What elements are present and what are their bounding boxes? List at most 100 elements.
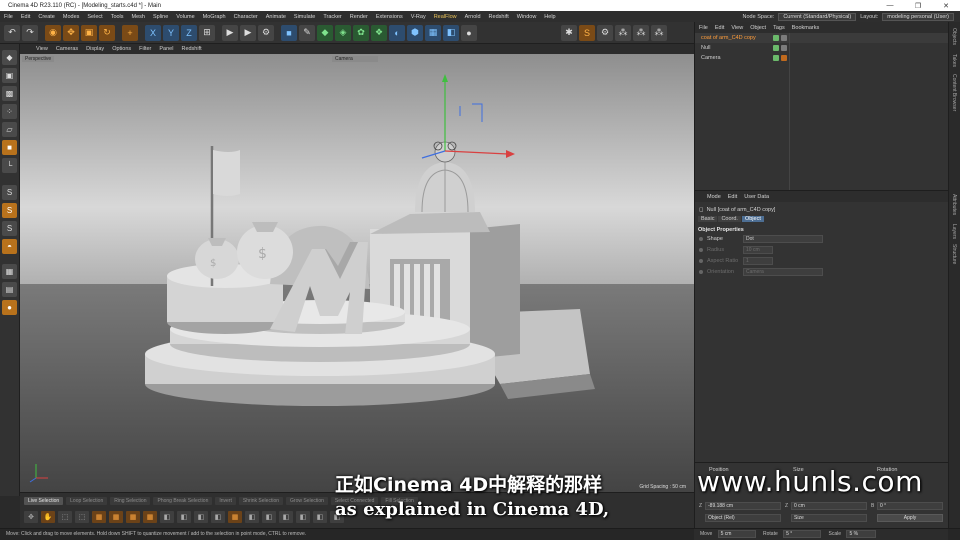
om-menu-edit[interactable]: Edit [715,25,724,31]
live-selection-icon[interactable]: ◉ [45,24,61,41]
om-menu-object[interactable]: Object [750,25,766,31]
render-picture-viewer-icon[interactable]: ▶ [240,24,256,41]
menu-edit[interactable]: Edit [17,14,34,20]
palette-icon-17[interactable]: ◧ [296,511,310,523]
camera-icon[interactable]: ◧ [443,24,459,41]
visibility-icon[interactable] [773,45,779,51]
palette-icon-7[interactable]: ▦ [126,511,140,523]
render-icon[interactable] [781,45,787,51]
object-row[interactable]: Camera [695,53,948,63]
am-menu-edit[interactable]: Edit [728,194,737,200]
palette-icon-11[interactable]: ◧ [194,511,208,523]
node-space-select[interactable]: Current (Standard/Physical) [778,12,857,21]
tab-grow-selection[interactable]: Grow Selection [286,497,328,505]
viewport-menu-filter[interactable]: Filter [139,46,151,52]
points-mode-icon[interactable]: ⁘ [2,104,17,119]
model-mode-icon[interactable]: ▣ [2,68,17,83]
palette-icon-10[interactable]: ◧ [177,511,191,523]
menu-create[interactable]: Create [34,14,59,20]
extrude-icon[interactable]: ◈ [335,24,351,41]
workplane-icon[interactable]: S [2,221,17,236]
position-z-field[interactable]: -89.188 cm [705,502,781,510]
tab-takes[interactable]: Takes [951,54,957,67]
viewport-menu-cameras[interactable]: Cameras [56,46,78,52]
menu-render[interactable]: Render [346,14,372,20]
render-icon[interactable] [781,35,787,41]
subdivision-icon[interactable]: ◆ [317,24,333,41]
palette-icon-1[interactable]: ✥ [24,511,38,523]
tab-ring-selection[interactable]: Ring Selection [110,497,151,505]
camera-tag-icon[interactable] [781,55,787,61]
menu-volume[interactable]: Volume [172,14,198,20]
menu-simulate[interactable]: Simulate [290,14,319,20]
palette-icon-14[interactable]: ◧ [245,511,259,523]
close-button[interactable]: ✕ [932,2,960,10]
tab-phong-break-selection[interactable]: Phong Break Selection [153,497,213,505]
menu-tracker[interactable]: Tracker [319,14,345,20]
tag-icon[interactable]: ⬢ [407,24,423,41]
menu-select[interactable]: Select [83,14,106,20]
solo-icon[interactable]: ▦ [2,264,17,279]
fx-icon[interactable]: ✱ [561,24,577,41]
polygons-mode-icon[interactable]: ■ [2,140,17,155]
viewport-menu-view[interactable]: View [36,46,48,52]
size-mode-select[interactable]: Size [791,514,867,522]
move-step-field[interactable]: 5 cm [717,530,756,538]
palette-icon-4[interactable]: ⬚ [75,511,89,523]
palette-icon-8[interactable]: ▦ [143,511,157,523]
cube-icon[interactable]: ■ [281,24,297,41]
x-axis-icon[interactable]: X [145,24,161,41]
menu-modes[interactable]: Modes [59,14,84,20]
plugin-icon-3[interactable]: ⁂ [651,24,667,41]
coordinate-system-icon[interactable]: ⊞ [199,24,215,41]
tab-layers[interactable]: Layers [951,224,957,239]
menu-help[interactable]: Help [540,14,559,20]
palette-icon-16[interactable]: ◧ [279,511,293,523]
palette-icon-2[interactable]: ✋ [41,511,55,523]
tab-content-browser[interactable]: Content Browser [951,74,957,111]
move-tool-icon[interactable]: ✥ [63,24,79,41]
redshift-icon[interactable]: S [579,24,595,41]
palette-icon-3[interactable]: ⬚ [58,511,72,523]
palette-icon-6[interactable]: ▦ [109,511,123,523]
tab-coord[interactable]: Coord. [718,216,741,222]
pen-icon[interactable]: ✎ [299,24,315,41]
snap-icon[interactable]: S [2,185,17,200]
render-view-icon[interactable]: ▶ [222,24,238,41]
tab-objects[interactable]: Objects [951,28,957,45]
shape-select[interactable]: Dot [743,235,823,243]
z-axis-icon[interactable]: Z [181,24,197,41]
redo-icon[interactable]: ↷ [22,24,38,41]
settings-icon[interactable]: ⚙ [597,24,613,41]
rotation-b-field[interactable]: 0 ° [877,502,943,510]
tab-object[interactable]: Object [741,216,764,222]
visibility-icon[interactable] [773,55,779,61]
undo-icon[interactable]: ↶ [4,24,20,41]
menu-character[interactable]: Character [230,14,262,20]
floor-icon[interactable]: ▦ [425,24,441,41]
cloner-icon[interactable]: ✿ [353,24,369,41]
menu-spline[interactable]: Spline [149,14,172,20]
viewport-menu-options[interactable]: Options [112,46,131,52]
palette-icon-9[interactable]: ◧ [160,511,174,523]
axis-mode-icon[interactable]: └ [2,158,17,173]
om-menu-bookmarks[interactable]: Bookmarks [792,25,820,31]
tab-invert[interactable]: Invert [215,497,236,505]
plugin-icon-2[interactable]: ⁂ [633,24,649,41]
maximize-button[interactable]: ❐ [904,2,932,10]
object-row[interactable]: Null [695,43,948,53]
menu-animate[interactable]: Animate [262,14,290,20]
menu-mograph[interactable]: MoGraph [199,14,230,20]
tab-loop-selection[interactable]: Loop Selection [66,497,108,505]
om-menu-view[interactable]: View [731,25,743,31]
texture-mode-icon[interactable]: ▩ [2,86,17,101]
palette-icon-18[interactable]: ◧ [313,511,327,523]
menu-tools[interactable]: Tools [107,14,128,20]
lock-workplane-icon[interactable]: ▤ [2,282,17,297]
palette-icon-15[interactable]: ◧ [262,511,276,523]
menu-realflow[interactable]: RealFlow [430,14,461,20]
palette-icon-5[interactable]: ▦ [92,511,106,523]
render-settings-icon[interactable]: ⚙ [258,24,274,41]
object-row[interactable]: coat of arm_C4D copy [695,33,948,43]
coordinate-mode-select[interactable]: Object (Rel) [705,514,781,522]
